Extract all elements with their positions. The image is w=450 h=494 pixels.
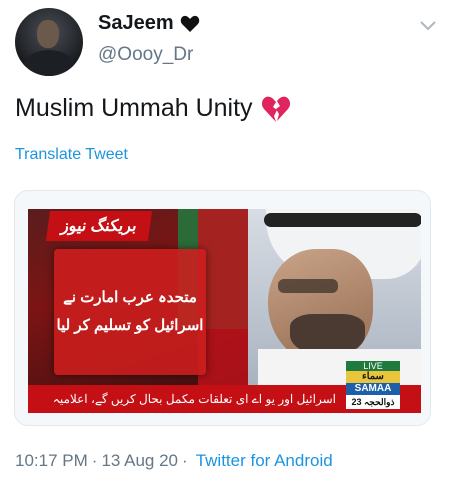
broken-heart-icon (261, 95, 291, 123)
headline-box: متحدہ عرب امارت نے اسرائیل کو تسلیم کر ل… (54, 249, 206, 375)
avatar-face (37, 20, 59, 48)
tweet-text: Muslim Ummah Unity (15, 94, 291, 123)
headline-line-1: متحدہ عرب امارت نے (63, 288, 197, 306)
meta-separator: · (91, 451, 98, 470)
meta-separator: · (182, 451, 188, 470)
ticker-text: اسرائیل اور یو اے ای تعلقات مکمل بحال کر… (52, 392, 336, 406)
tweet-time[interactable]: 10:17 PM (15, 451, 88, 471)
tweet-text-body: Muslim Ummah Unity (15, 94, 253, 122)
badge-date: 23 ذوالحجہ (351, 397, 395, 407)
tweet-meta: 10:17 PM · 13 Aug 20 · Twitter for Andro… (15, 451, 333, 471)
live-label: LIVE (346, 361, 400, 371)
sunglasses (278, 279, 338, 293)
avatar-body (23, 50, 75, 76)
channel-badge: LIVE سماء SAMAA 23 ذوالحجہ (346, 361, 400, 409)
user-handle[interactable]: @Oooy_Dr (98, 44, 193, 66)
tweet-source-link[interactable]: Twitter for Android (196, 451, 333, 471)
tweet-header: SaJeem @Oooy_Dr (0, 0, 450, 90)
news-image[interactable]: بریکنگ نیوز متحدہ عرب امارت نے اسرائیل ک… (28, 209, 421, 413)
translate-tweet-link[interactable]: Translate Tweet (15, 146, 128, 164)
tweet-date[interactable]: 13 Aug 20 (101, 451, 178, 471)
headband (264, 213, 421, 227)
channel-urdu-label: سماء (346, 371, 400, 383)
chevron-down-icon[interactable] (420, 18, 436, 31)
media-card[interactable]: بریکنگ نیوز متحدہ عرب امارت نے اسرائیل ک… (14, 190, 431, 426)
display-name[interactable]: SaJeem (98, 12, 174, 35)
black-heart-icon (180, 15, 200, 33)
breaking-news-label: بریکنگ نیوز (45, 211, 153, 241)
avatar[interactable] (15, 8, 83, 76)
channel-label: SAMAA (346, 383, 400, 395)
headline-line-2: اسرائیل کو تسلیم کر لیا (56, 317, 204, 334)
name-row[interactable]: SaJeem (98, 12, 200, 35)
